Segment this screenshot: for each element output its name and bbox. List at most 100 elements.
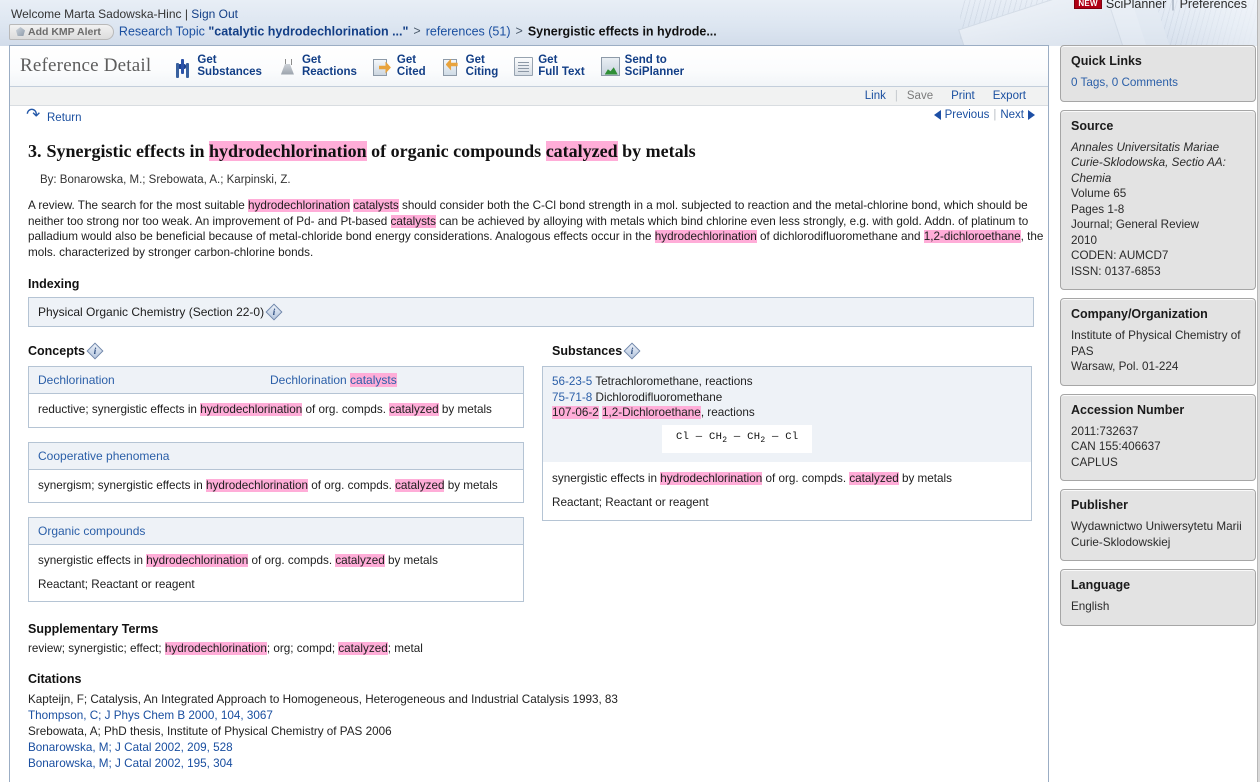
company-detail-lines: Institute of Physical Chemistry of PAS Wa…	[1071, 328, 1245, 375]
substance-note-line: Reactant; Reactant or reagent	[552, 495, 709, 509]
get-full-text-line1: Get	[538, 54, 558, 66]
breadcrumb-research-topic[interactable]: Research Topic "catalytic hydrodechlorin…	[119, 24, 409, 38]
concept-card: Cooperative phenomena synergism; synergis…	[28, 441, 524, 503]
breadcrumb-references[interactable]: references (51)	[426, 24, 511, 38]
company-line: Warsaw, Pol. 01-224	[1071, 360, 1179, 373]
get-reactions-button[interactable]: Get Reactions	[278, 54, 357, 78]
concept-card: Dechlorination Dechlorination catalysts re…	[28, 366, 524, 428]
concept-head-left[interactable]: Cooperative phenomena	[38, 449, 270, 463]
get-cited-line1: Get	[396, 54, 417, 66]
get-reactions-line1: Get	[301, 54, 322, 66]
get-reactions-line2: Reactions	[301, 66, 357, 78]
source-line: ISSN: 0137-6853	[1071, 264, 1161, 278]
info-icon[interactable]	[86, 342, 104, 360]
concept-card-header[interactable]: Organic compounds	[29, 518, 523, 545]
citation-item[interactable]: Bonarowska, M; J Catal 2002, 209, 528	[28, 740, 1034, 756]
publisher-detail-lines: Wydawnictwo Uniwersytetu Marii Curie-Skl…	[1071, 519, 1245, 550]
highlighted-term: hydrodechlorination	[248, 199, 351, 212]
supplementary-terms-heading: Supplementary Terms	[28, 622, 159, 636]
breadcrumb: Add KMP Alert Research Topic "catalytic h…	[9, 24, 717, 40]
concept-head-left[interactable]: Organic compounds	[38, 524, 270, 538]
get-cited-button[interactable]: Get Cited	[372, 54, 426, 78]
source-line: CODEN: AUMCD7	[1071, 249, 1169, 262]
source-journal: Annales Universitatis Mariae Curie-Sklod…	[1071, 140, 1226, 185]
concept-body-line: synergistic effects in hydrodechlorinati…	[38, 554, 438, 567]
publisher-card: Publisher Wydawnictwo Uniwersytetu Marii…	[1060, 489, 1256, 561]
next-button[interactable]: Next	[1000, 109, 1024, 121]
new-badge: NEW	[1074, 0, 1102, 9]
highlighted-term: hydrodechlorination	[660, 472, 763, 486]
substance-cas[interactable]: 107-06-2	[552, 406, 599, 419]
previous-arrow-icon[interactable]	[933, 110, 941, 120]
highlighted-term: catalysts	[350, 373, 397, 387]
substance-name: 1,2-Dichloroethane	[602, 406, 701, 419]
source-line: Volume 65	[1071, 187, 1127, 200]
breadcrumb-research-topic-query: "catalytic hydrodechlorination ..."	[208, 24, 409, 39]
record-authors: By: Bonarowska, M.; Srebowata, A.; Karpi…	[40, 174, 291, 186]
info-icon[interactable]	[623, 342, 641, 360]
citation-item[interactable]: Thompson, C; J Phys Chem B 2000, 104, 30…	[28, 708, 1034, 724]
next-arrow-icon[interactable]	[1028, 110, 1035, 120]
accession-title: Accession Number	[1071, 402, 1185, 417]
publisher-line: Wydawnictwo Uniwersytetu Marii Curie-Skl…	[1071, 520, 1242, 549]
reactions-flask-icon	[278, 57, 297, 76]
source-line: Journal; General Review	[1071, 218, 1199, 231]
concepts-heading: Concepts	[28, 342, 530, 360]
concepts-heading-label: Concepts	[28, 344, 85, 358]
publisher-title: Publisher	[1071, 498, 1128, 512]
company-line: Institute of Physical Chemistry of PAS	[1071, 329, 1241, 358]
source-detail-lines: Volume 65 Pages 1-8 Journal; General Revie…	[1071, 186, 1245, 279]
substance-name: Dichlorodifluoromethane	[595, 390, 723, 404]
get-full-text-button[interactable]: Get Full Text	[514, 54, 585, 78]
highlighted-term: catalyzed	[849, 472, 899, 486]
concept-card: Organic compounds synergistic effects in …	[28, 517, 524, 602]
preferences-link[interactable]: Preferences	[1180, 0, 1247, 11]
sciplanner-link[interactable]: SciPlanner	[1106, 0, 1166, 11]
get-citing-button[interactable]: Get Citing	[442, 54, 498, 78]
accession-detail-lines: 2011:732637 CAN 155:406637 CAPLUS	[1071, 424, 1245, 471]
breadcrumb-research-topic-label: Research Topic	[118, 24, 209, 39]
highlighted-term: catalyzed	[389, 403, 439, 416]
substance-cas[interactable]: 56-23-5	[552, 375, 592, 388]
save-action[interactable]: Save	[907, 90, 933, 102]
concept-card-header[interactable]: Cooperative phenomena	[29, 442, 523, 470]
concepts-substances-columns: Dechlorination Dechlorination catalysts re…	[24, 366, 1034, 616]
substance-name: Tetrachloromethane, reactions	[595, 375, 753, 388]
substance-cas[interactable]: 75-71-8	[552, 391, 592, 404]
citation-item: Kapteijn, F; Catalysis, An Integrated Ap…	[28, 693, 618, 706]
previous-button[interactable]: Previous	[945, 109, 990, 121]
concept-card-header[interactable]: Dechlorination Dechlorination catalysts	[29, 367, 523, 394]
add-kmp-alert-button[interactable]: Add KMP Alert	[9, 24, 114, 40]
page-title: Reference Detail	[20, 55, 152, 76]
link-action[interactable]: Link	[865, 90, 886, 102]
info-icon[interactable]	[265, 303, 283, 321]
accession-line: CAPLUS	[1071, 455, 1118, 469]
export-action[interactable]: Export	[993, 90, 1026, 102]
get-full-text-line2: Full Text	[538, 66, 585, 78]
sciplanner-icon	[600, 56, 620, 76]
language-card: Language English	[1060, 569, 1256, 626]
language-title: Language	[1071, 578, 1131, 592]
highlighted-term: hydrodechlorination	[200, 403, 303, 416]
top-right-links: NEW SciPlanner | Preferences	[1074, 0, 1247, 11]
sign-out-link[interactable]: Sign Out	[191, 7, 238, 21]
send-to-sciplanner-button[interactable]: Send to SciPlanner	[600, 54, 685, 78]
record-title: 3. Synergistic effects in hydrodechlorina…	[28, 140, 1034, 162]
print-action[interactable]: Print	[951, 90, 975, 102]
send-to-sciplanner-line1: Send to	[624, 54, 667, 66]
alert-bell-icon	[16, 27, 25, 36]
tags-comments-link[interactable]: 0 Tags, 0 Comments	[1071, 76, 1178, 89]
substance-entry: 56-23-5 Tetrachloromethane, reactions	[552, 374, 1022, 390]
highlighted-term: catalysts	[353, 199, 399, 212]
concept-head-left[interactable]: Dechlorination	[38, 373, 270, 387]
document-icon	[514, 56, 534, 76]
concept-head-right[interactable]: Dechlorination catalysts	[270, 373, 397, 387]
citation-item[interactable]: Bonarowska, M; J Catal 2002, 195, 304	[28, 756, 1034, 772]
return-button[interactable]: Return	[26, 111, 82, 124]
highlighted-term: catalyzed	[395, 478, 445, 492]
reference-detail-panel: Reference Detail Get Substances Get Reacti…	[9, 45, 1049, 782]
send-to-sciplanner-line2: SciPlanner	[624, 66, 685, 78]
substance-note-line: synergistic effects in hydrodechlorinati…	[552, 472, 952, 486]
get-substances-button[interactable]: Get Substances	[173, 54, 262, 78]
get-substances-line2: Substances	[197, 66, 262, 78]
